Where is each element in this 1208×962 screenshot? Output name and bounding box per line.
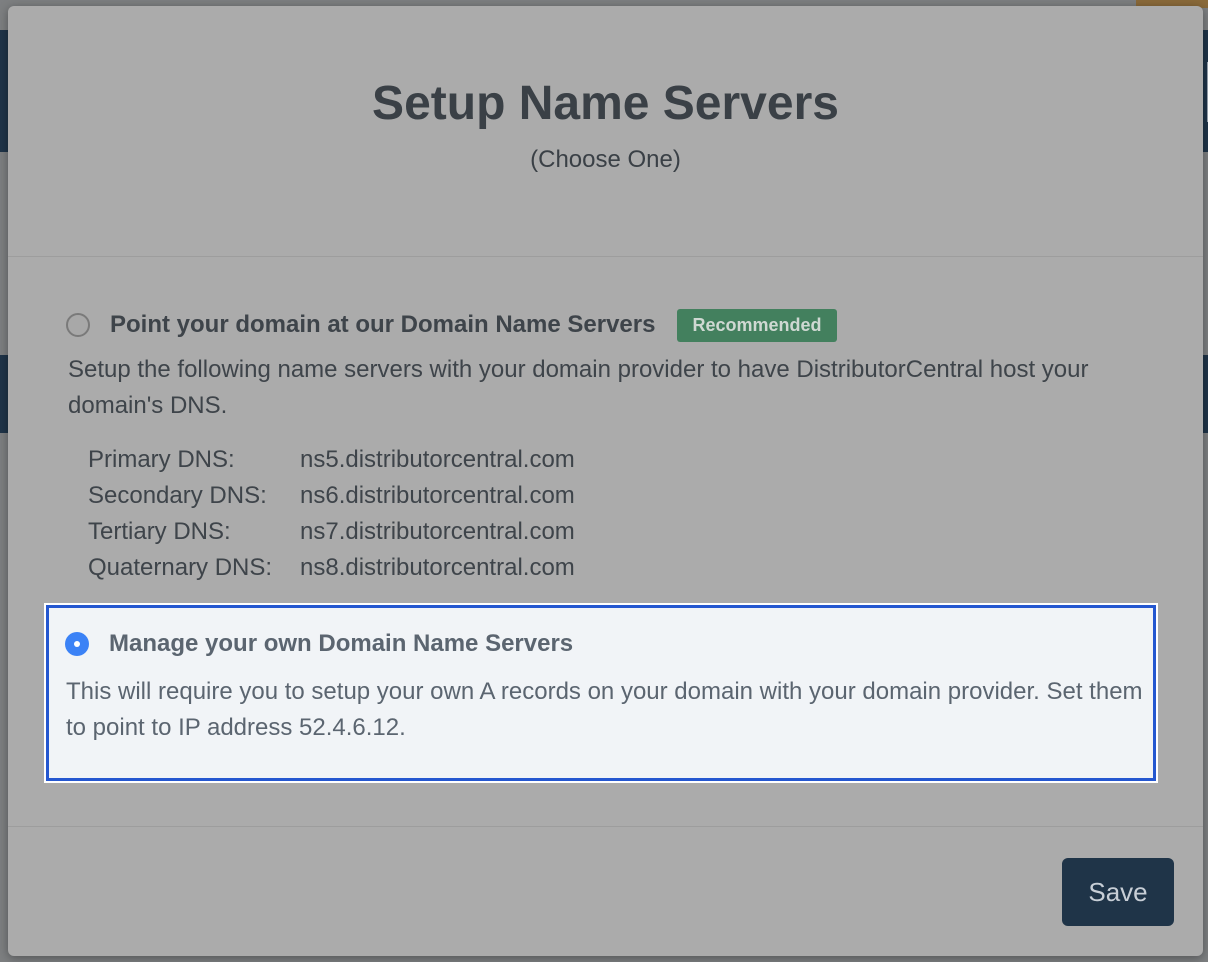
option-description: Setup the following name servers with yo… — [68, 356, 1089, 419]
option-header: Manage your own Domain Name Servers — [65, 626, 573, 662]
save-button[interactable]: Save — [1062, 858, 1174, 926]
dns-label: Quaternary DNS: — [88, 554, 273, 581]
dialog-title: Setup Name Servers — [372, 77, 839, 130]
option-own-name-servers[interactable]: Manage your own Domain Name Servers This… — [46, 605, 1156, 781]
radio-our-name-servers[interactable] — [66, 313, 90, 337]
dns-value: ns5.distributorcentral.com — [300, 446, 575, 473]
option-label[interactable]: Point your domain at our Domain Name Ser… — [110, 311, 655, 339]
dns-label: Secondary DNS: — [88, 482, 267, 509]
option-header: Point your domain at our Domain Name Ser… — [66, 307, 837, 343]
dns-value: ns6.distributorcentral.com — [300, 482, 575, 509]
option-our-name-servers[interactable]: Point your domain at our Domain Name Ser… — [46, 295, 1156, 615]
dialog-header: Setup Name Servers (Choose One) — [8, 6, 1203, 257]
option-label[interactable]: Manage your own Domain Name Servers — [109, 630, 573, 658]
background-edge-mark — [1203, 62, 1208, 122]
radio-own-name-servers[interactable] — [65, 632, 89, 656]
dns-value: ns7.distributorcentral.com — [300, 518, 575, 545]
dns-row-secondary: Secondary DNS: ns6.distributorcentral.co… — [88, 478, 575, 514]
dialog-subtitle: (Choose One) — [530, 146, 681, 173]
recommended-badge: Recommended — [677, 308, 837, 342]
option-description: This will require you to setup your own … — [66, 678, 1143, 741]
dns-value: ns8.distributorcentral.com — [300, 554, 575, 581]
dns-row-tertiary: Tertiary DNS: ns7.distributorcentral.com — [88, 514, 575, 550]
dns-label: Tertiary DNS: — [88, 518, 231, 545]
dns-label: Primary DNS: — [88, 446, 235, 473]
dialog-body: Point your domain at our Domain Name Ser… — [8, 257, 1203, 826]
dns-list: Primary DNS: ns5.distributorcentral.com … — [88, 442, 575, 586]
dns-row-quaternary: Quaternary DNS: ns8.distributorcentral.c… — [88, 550, 575, 586]
dns-row-primary: Primary DNS: ns5.distributorcentral.com — [88, 442, 575, 478]
dialog-footer: Save — [8, 826, 1203, 956]
name-servers-dialog: Setup Name Servers (Choose One) Point yo… — [8, 6, 1203, 956]
